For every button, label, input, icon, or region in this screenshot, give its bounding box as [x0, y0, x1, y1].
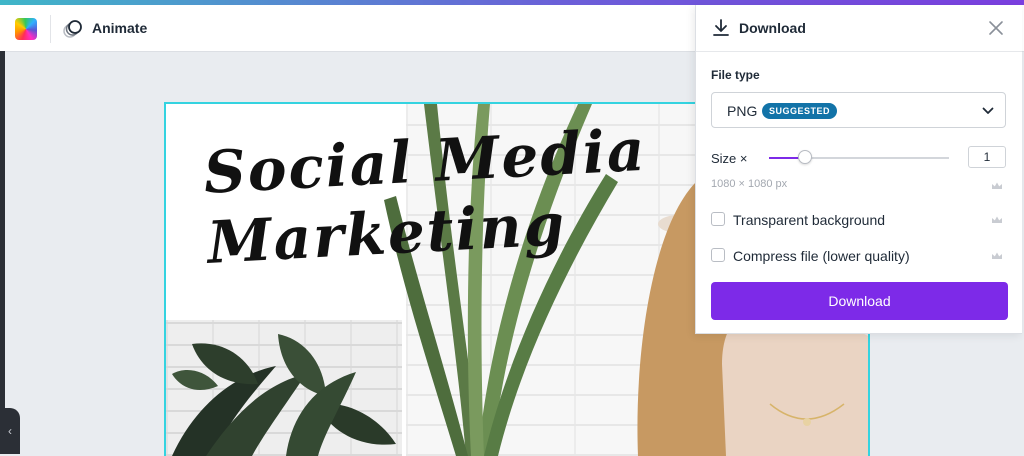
file-type-dropdown[interactable]: PNG SUGGESTED [711, 92, 1006, 128]
animate-icon[interactable] [62, 18, 84, 40]
size-slider[interactable] [769, 150, 949, 164]
size-slider-handle[interactable] [798, 150, 812, 164]
file-type-value: PNG [727, 103, 758, 119]
toolbar-divider [50, 15, 51, 43]
headline-text[interactable]: Social Media Marketing [202, 115, 652, 278]
chevron-down-icon [982, 107, 994, 114]
size-input[interactable] [968, 146, 1006, 168]
compress-file-label[interactable]: Compress file (lower quality) [733, 248, 910, 264]
color-picker-icon[interactable] [15, 18, 37, 40]
download-button[interactable]: Download [711, 282, 1008, 320]
crown-icon [992, 216, 1002, 223]
crown-icon [992, 252, 1002, 259]
animate-button-label[interactable]: Animate [92, 20, 147, 36]
suggested-badge: SUGGESTED [762, 103, 838, 119]
download-icon [713, 19, 729, 36]
file-type-label: File type [711, 68, 760, 82]
transparent-background-checkbox[interactable] [711, 212, 725, 226]
download-panel-title: Download [739, 20, 806, 36]
dimensions-text: 1080 × 1080 px [711, 178, 788, 190]
compress-file-checkbox[interactable] [711, 248, 725, 262]
close-icon[interactable] [986, 18, 1006, 38]
crown-icon [992, 182, 1002, 189]
download-panel-header: Download [696, 5, 1022, 52]
size-label: Size × [711, 151, 748, 166]
chevron-left-icon[interactable]: ‹ [0, 408, 20, 454]
download-panel: Download File type PNG SUGGESTED Size × … [695, 5, 1022, 334]
transparent-background-label[interactable]: Transparent background [733, 212, 885, 228]
left-side-rail [0, 51, 5, 454]
